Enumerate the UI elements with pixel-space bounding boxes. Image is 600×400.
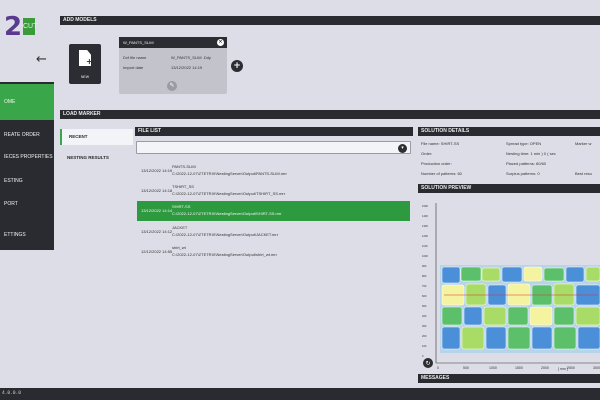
- solution-details-header: SOLUTION DETAILS: [418, 127, 600, 136]
- x-tick-label: 1500: [515, 366, 523, 370]
- file-row[interactable]: 13/12/2022 14:19 PANTS-SLIM C:\2022-12-0…: [137, 161, 410, 181]
- file-name: JACKET: [172, 225, 188, 230]
- file-date: 12/12/2022 14:55: [141, 249, 173, 254]
- y-tick-label: 200: [422, 334, 427, 338]
- new-button-label: NEW: [80, 75, 90, 79]
- solution-preview: 1500 1400 1300 1200 1100 1000 900 800 700 600 500 4…: [418, 193, 600, 371]
- file-name: PANTS-SLIM: [172, 164, 196, 169]
- file-date: 13/12/2022 14:18: [141, 188, 173, 193]
- marker-tabs: RECENT NESTING RESULTS: [60, 127, 133, 389]
- detail-order: Order:: [421, 151, 433, 156]
- close-icon[interactable]: ×: [217, 39, 224, 46]
- dxf-file-label: Dxf file name: [123, 55, 147, 60]
- x-tick-label: 3000: [593, 366, 600, 370]
- import-date-value: 13/12/2022 14:19: [171, 65, 203, 70]
- y-axis: 1500140013001200110010009008007006005004…: [422, 204, 428, 358]
- y-tick-label: 900: [422, 264, 427, 268]
- nav-item-create-order[interactable]: REATE ORDER: [0, 124, 54, 146]
- status-bar: [56, 388, 600, 400]
- refresh-icon: ↻: [426, 360, 431, 367]
- plus-icon: +: [86, 57, 93, 66]
- file-path: C:\2022-12-07\ZTETRIX\NestingServer\Outp…: [172, 211, 282, 216]
- y-tick-label: 600: [422, 294, 427, 298]
- nav-item-settings[interactable]: ETTINGS: [0, 224, 54, 246]
- tab-nesting-results[interactable]: NESTING RESULTS: [60, 150, 133, 166]
- x-tick-label: 1000: [489, 366, 497, 370]
- y-tick-label: 1300: [422, 224, 428, 228]
- new-model-button[interactable]: + NEW: [69, 44, 101, 84]
- detail-marker-width: Marker w: [575, 141, 592, 146]
- left-nav: 2 CUT ← OME REATE ORDER IECES PROPERTIES…: [0, 0, 56, 400]
- load-marker-header: LOAD MARKER: [60, 110, 600, 119]
- file-name: SHIRT-SS: [172, 204, 191, 209]
- file-row-selected[interactable]: 13/12/2022 14:14 SHIRT-SS C:\2022-12-07\…: [137, 201, 410, 221]
- detail-best-result: Best resu: [575, 171, 592, 176]
- import-date-label: Import date: [123, 65, 144, 70]
- detail-spread-type: Spread type: OPEN: [506, 141, 542, 146]
- nav-item-pieces-properties[interactable]: IECES PROPERTIES: [0, 146, 54, 168]
- y-tick-label: 1200: [422, 234, 428, 238]
- file-name: shirt_wt: [172, 245, 186, 250]
- nesting-layout: [440, 265, 600, 353]
- version-label: 4.0.0.0: [0, 388, 56, 400]
- x-axis: 0 500 1000 1500 2000 2500 3000: [437, 366, 600, 370]
- add-models-header: ADD MODELS: [60, 16, 600, 25]
- y-tick-label: 100: [422, 344, 427, 348]
- detail-number-patterns: Number of patterns: 60: [421, 171, 462, 176]
- model-card: W_PANTS_SLIM × Dxf file name W_PANTS_SLI…: [119, 37, 227, 94]
- y-tick-label: 700: [422, 284, 427, 288]
- solution-preview-header: SOLUTION PREVIEW: [418, 184, 600, 193]
- y-tick-label: 300: [422, 324, 427, 328]
- nav-item-home[interactable]: OME: [0, 84, 54, 120]
- file-list-header: FILE LIST: [135, 127, 413, 136]
- chevron-down-icon[interactable]: ▾: [398, 144, 407, 153]
- file-row[interactable]: 13/12/2022 14:18 TSHIRT_SS C:\2022-12-07…: [137, 181, 410, 201]
- add-model-button[interactable]: +: [231, 60, 243, 72]
- nav-item-export[interactable]: PORT: [0, 193, 54, 215]
- file-search-bar[interactable]: ▾: [136, 141, 411, 154]
- arrow-left-icon[interactable]: ←: [36, 52, 47, 67]
- detail-surplus-patterns: Surplus patterns: 0: [506, 171, 540, 176]
- file-row[interactable]: 12/12/2022 14:55 shirt_wt C:\2022-12-07\…: [137, 242, 410, 262]
- file-path: C:\2022-12-07\ZTETRIX\NestingServer\Outp…: [172, 252, 277, 257]
- file-path: C:\2022-12-07\ZTETRIX\NestingServer\Outp…: [172, 191, 286, 196]
- detail-production-order: Production order:: [421, 161, 452, 166]
- file-date: 13/12/2022 14:14: [141, 208, 173, 213]
- y-tick-label: 1500: [422, 204, 428, 208]
- y-tick-label: 0: [422, 354, 424, 358]
- app-window: 2 CUT ← OME REATE ORDER IECES PROPERTIES…: [0, 0, 600, 400]
- file-name: TSHIRT_SS: [172, 184, 194, 189]
- x-tick-label: 500: [463, 366, 469, 370]
- y-tick-label: 800: [422, 274, 427, 278]
- model-card-title: W_PANTS_SLIM: [119, 37, 227, 48]
- file-date: 13/12/2022 14:19: [141, 168, 173, 173]
- nav-item-nesting[interactable]: ESTING: [0, 170, 54, 192]
- edit-icon[interactable]: ✎: [167, 81, 177, 91]
- file-row[interactable]: 13/12/2022 14:12 JACKET C:\2022-12-07\ZT…: [137, 222, 410, 242]
- y-tick-label: 1100: [422, 244, 428, 248]
- nesting-preview-canvas: 1500140013001200110010009008007006005004…: [422, 203, 600, 371]
- file-path: C:\2022-12-07\ZTETRIX\NestingServer\Outp…: [172, 232, 279, 237]
- x-unit-label: [ mm ]: [558, 367, 568, 371]
- y-tick-label: 400: [422, 314, 427, 318]
- x-tick-label: 0: [437, 366, 439, 370]
- logo-tag: CUT: [23, 18, 37, 35]
- logo: 2 CUT: [4, 12, 37, 42]
- dxf-file-value: W_PANTS_SLIM .Ddy: [171, 55, 211, 60]
- detail-placed-patterns: Placed patterns: 60/60: [506, 161, 547, 166]
- x-tick-label: 2000: [541, 366, 549, 370]
- file-path: C:\2022-12-07\ZTETRIX\NestingServer\Outp…: [172, 171, 287, 176]
- y-tick-label: 500: [422, 304, 427, 308]
- x-tick-label: 2500: [567, 366, 575, 370]
- logo-number: 2: [4, 12, 23, 42]
- detail-nesting-time: Nesting time: 1 min ) 0 ( sec: [506, 151, 556, 156]
- y-tick-label: 1400: [422, 214, 428, 218]
- y-tick-label: 1000: [422, 254, 428, 258]
- messages-header: MESSAGES: [418, 374, 600, 383]
- detail-file-name: File name: SHIRT-SS: [421, 141, 460, 146]
- tab-recent[interactable]: RECENT: [60, 129, 133, 145]
- file-date: 13/12/2022 14:12: [141, 229, 173, 234]
